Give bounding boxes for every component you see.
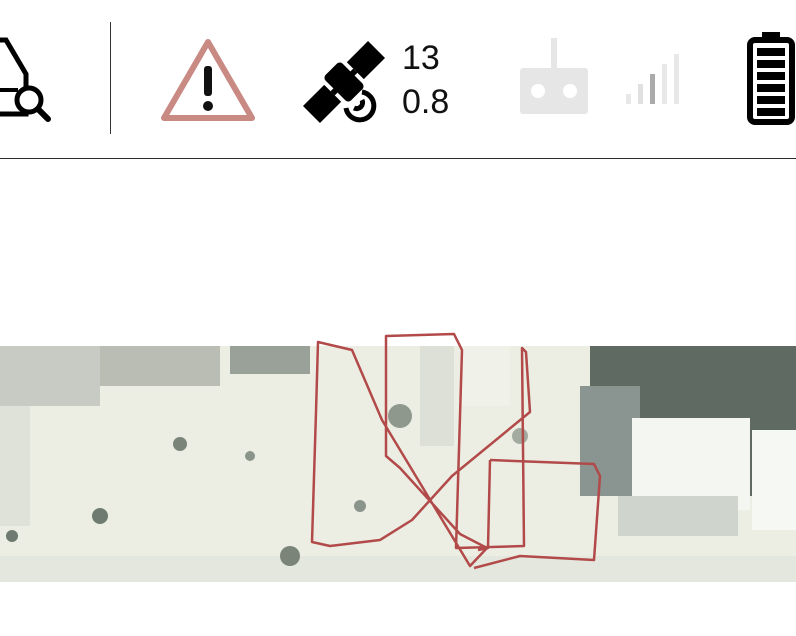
satellite-icon[interactable] xyxy=(294,32,394,132)
warning-triangle-icon[interactable] xyxy=(158,36,258,124)
gps-hdop: 0.8 xyxy=(402,83,450,121)
gps-status: 13 0.8 xyxy=(402,36,449,124)
vehicle-search-icon[interactable] xyxy=(0,36,56,126)
satellite-map-tiles[interactable] xyxy=(0,346,796,582)
satellite-count: 13 xyxy=(402,39,440,77)
signal-bars-icon xyxy=(624,50,680,106)
toolbar: 13 0.8 xyxy=(0,0,796,159)
rc-transmitter-icon[interactable] xyxy=(518,38,590,116)
battery-icon[interactable] xyxy=(746,30,796,126)
toolbar-divider xyxy=(110,22,111,134)
